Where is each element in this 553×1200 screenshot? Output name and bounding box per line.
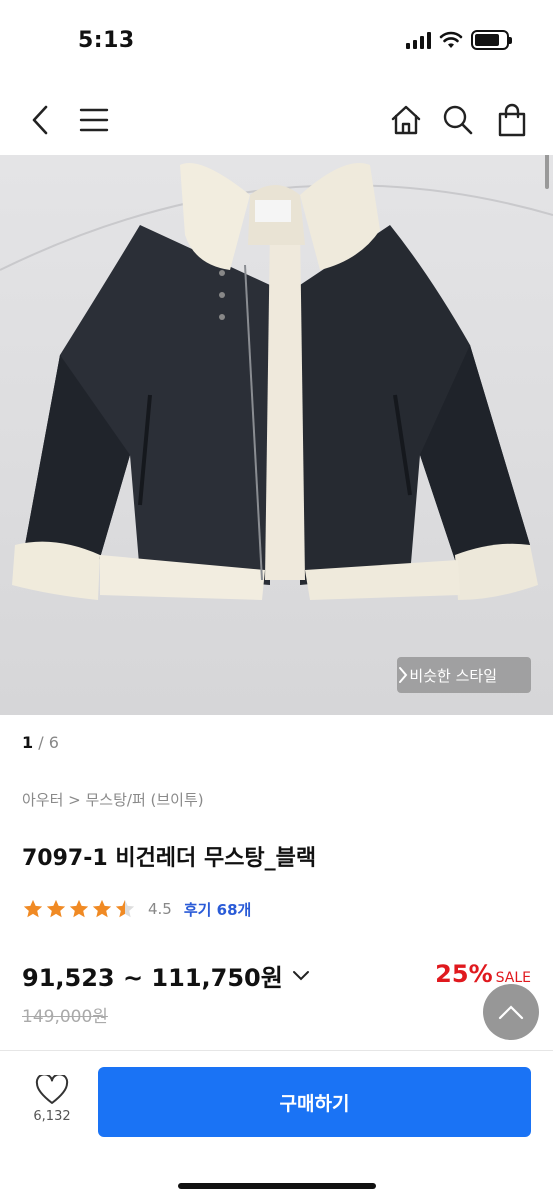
similar-style-button[interactable]: 비슷한 스타일 [397,657,531,693]
image-counter-separator: / [33,733,49,752]
home-indicator [178,1183,376,1189]
review-count-link[interactable]: 후기 68개 [184,899,252,920]
star-icon [115,899,135,918]
scroll-to-top-button[interactable] [483,984,539,1040]
hamburger-menu-icon [79,108,109,132]
chevron-down-icon[interactable] [291,969,311,983]
nav-bar [0,88,553,152]
shopping-bag-icon [498,103,526,137]
scroll-indicator [545,155,549,189]
home-button[interactable] [384,98,428,142]
battery-icon [471,30,512,50]
cart-button[interactable] [490,98,534,142]
status-time: 5:13 [78,28,135,53]
cellular-signal-icon [406,31,431,49]
status-icons [406,30,512,50]
product-title: 7097-1 비건레더 무스탕_블랙 [22,846,317,871]
product-photo [0,163,553,600]
bottom-action-bar: 6,132 구매하기 [0,1050,553,1200]
chevron-right-icon [399,667,408,683]
search-icon [443,105,473,135]
similar-style-label: 비슷한 스타일 [409,666,497,685]
image-counter-current: 1 [22,733,34,752]
rating-value: 4.5 [148,900,172,918]
rating-row: 4.5 후기 68개 [22,898,251,920]
buy-button[interactable]: 구매하기 [98,1067,531,1137]
image-counter-total: 6 [48,733,59,752]
star-rating [22,898,136,920]
original-price: 149,000원 [22,1007,108,1027]
back-button[interactable] [18,98,62,142]
discount-percent: 25% [435,960,493,988]
home-icon [391,105,421,135]
star-icon [92,899,112,918]
product-image-gallery[interactable]: 비슷한 스타일 [0,155,553,715]
status-bar: 5:13 [0,0,553,84]
star-icon [69,899,89,918]
heart-icon [35,1075,69,1104]
price-range: 91,523 ~ 111,750원 [22,964,283,992]
menu-button[interactable] [72,98,116,142]
breadcrumb[interactable]: 아우터 > 무스탕/퍼 (브이투) [22,789,204,810]
star-icon [46,899,66,918]
search-button[interactable] [436,98,480,142]
wifi-icon [439,31,463,48]
like-count: 6,132 [33,1109,71,1124]
image-counter: 1 / 6 [22,733,59,752]
star-icon [23,899,43,918]
chevron-left-icon [32,105,48,135]
price-row[interactable]: 91,523 ~ 111,750원 [22,958,311,993]
chevron-up-icon [498,1005,524,1020]
like-button[interactable]: 6,132 [24,1075,80,1124]
